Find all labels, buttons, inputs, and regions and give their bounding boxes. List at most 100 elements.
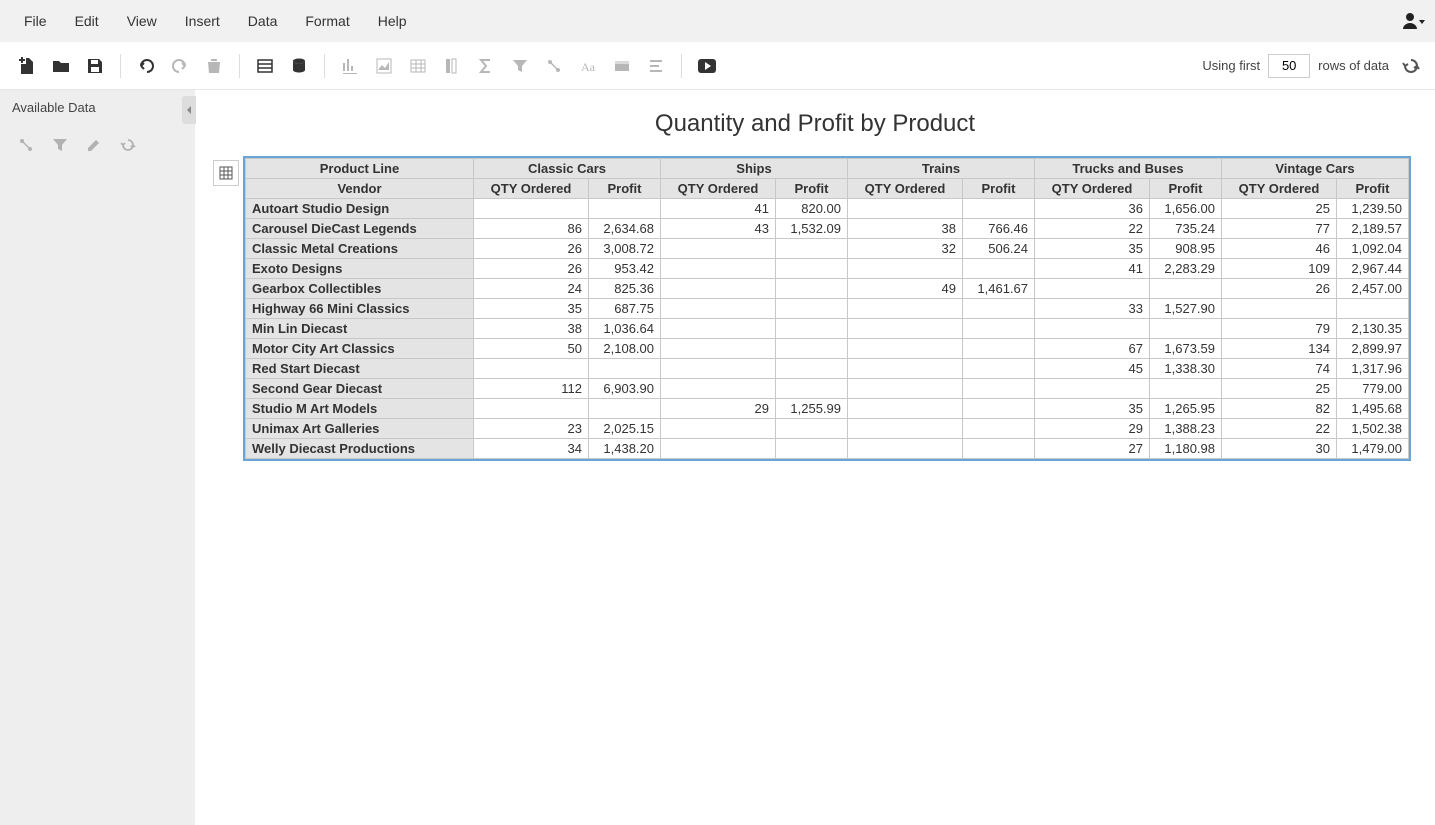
data-cell[interactable] [661,319,776,339]
pivot-table[interactable]: Product LineClassic CarsShipsTrainsTruck… [245,158,1409,459]
table-row[interactable]: Second Gear Diecast1126,903.9025779.00 [246,379,1409,399]
layout-button[interactable] [248,49,282,83]
refresh-data-button[interactable] [112,131,144,159]
data-cell[interactable] [848,379,963,399]
table-row[interactable]: Gearbox Collectibles24825.36491,461.6726… [246,279,1409,299]
data-cell[interactable]: 1,673.59 [1150,339,1222,359]
data-cell[interactable]: 45 [1035,359,1150,379]
menu-data[interactable]: Data [234,5,292,37]
header-col[interactable]: Vintage Cars [1222,159,1409,179]
data-cell[interactable]: 1,461.67 [963,279,1035,299]
data-cell[interactable] [661,439,776,459]
data-cell[interactable]: 35 [1035,399,1150,419]
vendor-cell[interactable]: Classic Metal Creations [246,239,474,259]
data-cell[interactable]: 1,265.95 [1150,399,1222,419]
vendor-cell[interactable]: Highway 66 Mini Classics [246,299,474,319]
vendor-cell[interactable]: Welly Diecast Productions [246,439,474,459]
gradient-button[interactable] [605,49,639,83]
data-cell[interactable]: 687.75 [589,299,661,319]
header-col[interactable]: Trains [848,159,1035,179]
data-cell[interactable] [848,439,963,459]
table-button[interactable] [401,49,435,83]
data-cell[interactable] [589,359,661,379]
data-cell[interactable] [661,239,776,259]
data-cell[interactable]: 29 [661,399,776,419]
data-cell[interactable]: 2,108.00 [589,339,661,359]
data-cell[interactable] [848,319,963,339]
data-cell[interactable] [589,399,661,419]
header-col[interactable]: Ships [661,159,848,179]
data-cell[interactable] [776,439,848,459]
header-measure[interactable]: QTY Ordered [661,179,776,199]
data-cell[interactable]: 825.36 [589,279,661,299]
vendor-cell[interactable]: Unimax Art Galleries [246,419,474,439]
data-cell[interactable]: 38 [474,319,589,339]
header-measure[interactable]: QTY Ordered [1222,179,1337,199]
new-file-button[interactable] [10,49,44,83]
data-cell[interactable]: 1,438.20 [589,439,661,459]
data-cell[interactable]: 79 [1222,319,1337,339]
data-cell[interactable] [963,199,1035,219]
header-product-line[interactable]: Product Line [246,159,474,179]
vendor-cell[interactable]: Studio M Art Models [246,399,474,419]
vendor-cell[interactable]: Autoart Studio Design [246,199,474,219]
data-cell[interactable]: 34 [474,439,589,459]
refresh-button[interactable] [1397,52,1425,80]
data-cell[interactable]: 1,502.38 [1337,419,1409,439]
redo-button[interactable] [163,49,197,83]
data-cell[interactable] [661,419,776,439]
data-cell[interactable]: 36 [1035,199,1150,219]
data-cell[interactable] [776,319,848,339]
data-cell[interactable] [963,359,1035,379]
data-cell[interactable]: 26 [474,259,589,279]
data-cell[interactable]: 26 [474,239,589,259]
data-cell[interactable] [848,199,963,219]
data-cell[interactable]: 6,903.90 [589,379,661,399]
bar-chart-button[interactable] [333,49,367,83]
data-cell[interactable] [848,259,963,279]
data-cell[interactable] [963,379,1035,399]
data-cell[interactable]: 77 [1222,219,1337,239]
data-cell[interactable]: 1,338.30 [1150,359,1222,379]
pivot-table-container[interactable]: Product LineClassic CarsShipsTrainsTruck… [243,156,1411,461]
play-button[interactable] [690,49,724,83]
data-cell[interactable]: 506.24 [963,239,1035,259]
menu-help[interactable]: Help [364,5,421,37]
data-cell[interactable] [963,339,1035,359]
data-cell[interactable]: 109 [1222,259,1337,279]
data-cell[interactable]: 779.00 [1337,379,1409,399]
edit-data-button[interactable] [78,131,110,159]
header-measure[interactable]: QTY Ordered [474,179,589,199]
data-cell[interactable]: 1,180.98 [1150,439,1222,459]
menu-file[interactable]: File [10,5,61,37]
data-cell[interactable]: 1,255.99 [776,399,848,419]
data-cell[interactable]: 134 [1222,339,1337,359]
table-row[interactable]: Carousel DieCast Legends862,634.68431,53… [246,219,1409,239]
vendor-cell[interactable]: Min Lin Diecast [246,319,474,339]
data-cell[interactable] [661,279,776,299]
data-cell[interactable]: 1,527.90 [1150,299,1222,319]
data-cell[interactable] [474,359,589,379]
data-cell[interactable]: 1,036.64 [589,319,661,339]
header-measure[interactable]: QTY Ordered [848,179,963,199]
data-cell[interactable]: 35 [474,299,589,319]
menu-view[interactable]: View [113,5,171,37]
data-cell[interactable]: 1,656.00 [1150,199,1222,219]
table-row[interactable]: Highway 66 Mini Classics35687.75 331,527.… [246,299,1409,319]
data-cell[interactable] [1035,319,1150,339]
table-row[interactable]: Classic Metal Creations263,008.7232506.2… [246,239,1409,259]
data-cell[interactable]: 33 [1035,299,1150,319]
sum-button[interactable] [469,49,503,83]
vendor-cell[interactable]: Motor City Art Classics [246,339,474,359]
header-vendor[interactable]: Vendor [246,179,474,199]
data-cell[interactable] [661,359,776,379]
data-cell[interactable]: 1,388.23 [1150,419,1222,439]
header-measure[interactable]: QTY Ordered [1035,179,1150,199]
header-measure[interactable]: Profit [1150,179,1222,199]
data-cell[interactable]: 29 [1035,419,1150,439]
vendor-cell[interactable]: Carousel DieCast Legends [246,219,474,239]
data-cell[interactable]: 766.46 [963,219,1035,239]
data-cell[interactable] [963,259,1035,279]
data-cell[interactable]: 50 [474,339,589,359]
data-cell[interactable] [1150,319,1222,339]
